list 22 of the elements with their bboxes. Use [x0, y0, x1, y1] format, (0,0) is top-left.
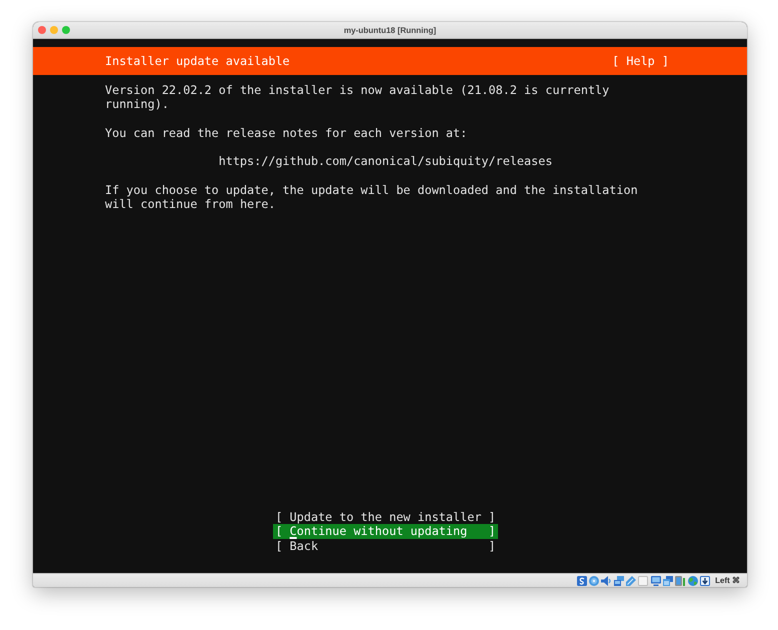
storage-icon[interactable] [576, 576, 587, 586]
plug-icon[interactable] [626, 576, 636, 586]
body-text: Version 22.02.2 of the installer is now available (21.08.2 is currently running). [105, 83, 610, 112]
close-icon[interactable] [38, 26, 46, 34]
header-title: Installer update available [105, 54, 290, 68]
arrow-down-icon[interactable] [700, 576, 710, 586]
network-icon[interactable] [614, 576, 624, 586]
body-text: If you choose to update, the update will be downloaded and the installation will continue from here. [105, 183, 639, 212]
url-text: https://github.com/canonical/subiquity/releases [218, 154, 554, 169]
disc-icon[interactable] [589, 576, 600, 586]
body-text: You can read the release notes for each version at: [105, 126, 468, 140]
windows-icon[interactable] [662, 576, 673, 586]
menu-option[interactable]: [ Update to the new installer ] [273, 510, 498, 524]
speaker-icon[interactable] [601, 576, 612, 586]
host-key-label: Left ⌘ [715, 576, 740, 585]
processor-icon[interactable] [675, 576, 686, 586]
help-button[interactable]: [ Help ] [612, 54, 669, 68]
menu-option[interactable]: [ Back ] [273, 538, 498, 553]
monitor-icon[interactable] [650, 576, 661, 586]
window-title: my-ubuntu18 [Running] [344, 26, 436, 34]
maximize-icon[interactable] [62, 26, 70, 34]
menu-option[interactable]: [ Continue without updating ] [273, 524, 498, 539]
